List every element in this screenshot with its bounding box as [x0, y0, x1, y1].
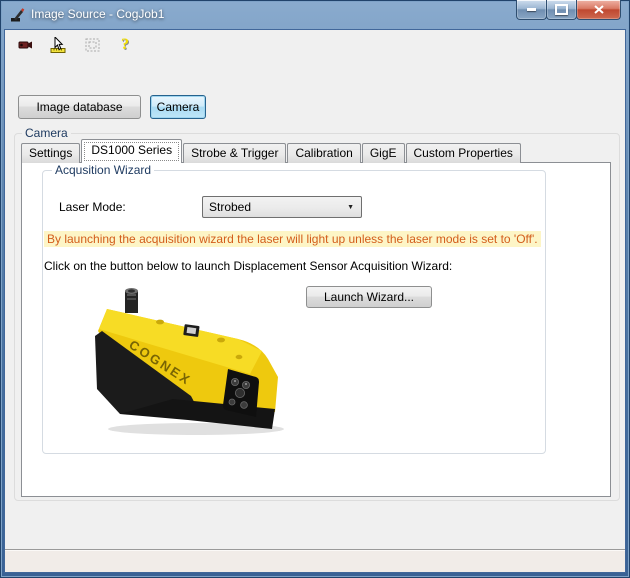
acquire-image-button[interactable] — [16, 34, 36, 56]
wizard-instruction-text: Click on the button below to launch Disp… — [44, 259, 453, 273]
tab-custom-properties[interactable]: Custom Properties — [405, 143, 521, 163]
live-display-pointer-ruler-icon — [50, 37, 66, 53]
client-area: ? Image database Camera Camera Settings … — [4, 29, 626, 573]
tab-strobe-trigger[interactable]: Strobe & Trigger — [183, 143, 287, 163]
image-source-window: Image Source - CogJob1 ? Image database … — [0, 0, 630, 578]
tab-settings[interactable]: Settings — [21, 143, 81, 163]
minimize-button[interactable] — [516, 0, 547, 20]
window-title: Image Source - CogJob1 — [31, 7, 165, 21]
toolbar: ? — [5, 30, 625, 60]
tab-ds1000-series[interactable]: DS1000 Series — [81, 139, 183, 163]
close-button[interactable] — [576, 0, 621, 20]
camera-button[interactable]: Camera — [150, 95, 206, 119]
titlebar: Image Source - CogJob1 — [0, 0, 630, 29]
maximize-button[interactable] — [546, 0, 577, 20]
camera-groupbox-label: Camera — [22, 126, 71, 140]
tab-strip: Settings DS1000 Series Strobe & Trigger … — [21, 139, 522, 163]
tab-calibration[interactable]: Calibration — [287, 143, 361, 163]
image-database-button[interactable]: Image database — [18, 95, 141, 119]
minimize-icon — [527, 8, 536, 11]
maximize-icon — [555, 4, 568, 15]
launch-wizard-button[interactable]: Launch Wizard... — [306, 286, 432, 308]
ds1000-sensor-image: COGNEX — [95, 288, 284, 435]
status-bar — [5, 549, 625, 572]
help-button[interactable]: ? — [115, 34, 135, 56]
acquisition-wizard-groupbox-label: Acqusition Wizard — [52, 163, 155, 177]
live-display-button[interactable] — [49, 34, 69, 56]
laser-mode-value: Strobed — [209, 200, 252, 214]
laser-mode-label: Laser Mode: — [59, 200, 126, 214]
tab-gige[interactable]: GigE — [361, 143, 405, 163]
chevron-down-icon: ▼ — [347, 203, 354, 211]
ds1000-tab-page: Acqusition Wizard Laser Mode: Strobed ▼ … — [21, 162, 611, 497]
laser-mode-dropdown[interactable]: Strobed ▼ — [202, 196, 362, 218]
image-region-button-disabled — [82, 34, 102, 56]
window-icon — [11, 8, 25, 22]
image-region-icon-disabled — [85, 38, 99, 52]
close-icon — [593, 5, 604, 14]
help-icon: ? — [121, 36, 129, 53]
laser-warning-text: By launching the acquisition wizard the … — [44, 231, 541, 247]
video-camera-icon — [18, 41, 32, 49]
